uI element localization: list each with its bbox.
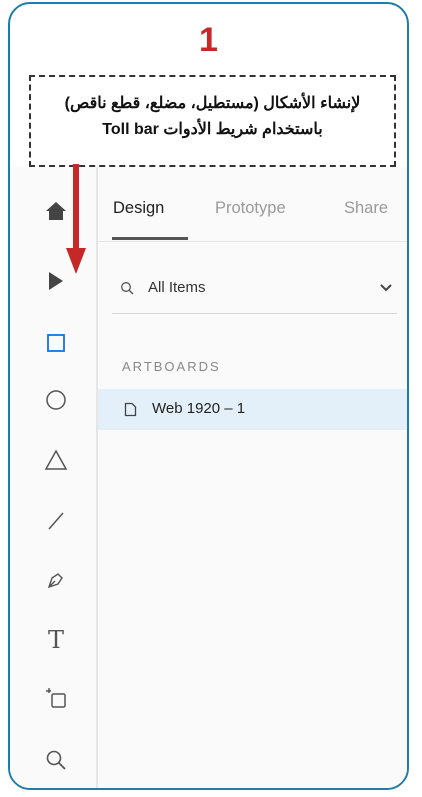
chevron-down-icon[interactable] xyxy=(379,283,393,293)
active-tab-indicator xyxy=(112,237,188,240)
note-line-1: لإنشاء الأشكال (مستطيل، مضلع، قطع ناقص) xyxy=(64,95,361,112)
artboard-name: Web 1920 – 1 xyxy=(152,400,246,417)
step-frame: 1 لإنشاء الأشكال (مستطيل، مضلع، قطع ناقص… xyxy=(8,2,409,790)
ellipse-icon[interactable] xyxy=(43,387,69,413)
pen-icon[interactable] xyxy=(43,567,69,593)
rectangle-icon[interactable] xyxy=(43,330,69,356)
line-icon[interactable] xyxy=(43,508,69,534)
search-filter-label: All Items xyxy=(148,279,206,296)
layers-panel: Design Prototype Share All Items ARTBOAR… xyxy=(98,167,407,788)
artboard-icon[interactable] xyxy=(43,685,69,711)
text-icon[interactable]: T xyxy=(43,627,69,653)
tab-design[interactable]: Design xyxy=(113,199,164,218)
note-line-2-arabic: باستخدام شريط الأدوات xyxy=(163,121,323,138)
note-line-2-english: Toll bar xyxy=(102,121,159,138)
tab-share[interactable]: Share xyxy=(344,199,388,218)
zoom-icon[interactable] xyxy=(43,747,69,773)
search-icon xyxy=(121,282,134,295)
instruction-note: لإنشاء الأشكال (مستطيل، مضلع، قطع ناقص) … xyxy=(29,75,396,167)
note-line-2: باستخدام شريط الأدوات Toll bar xyxy=(31,119,394,139)
tab-prototype[interactable]: Prototype xyxy=(215,199,286,218)
page-icon xyxy=(124,402,137,417)
panel-tabs: Design Prototype Share xyxy=(98,167,407,242)
triangle-icon[interactable] xyxy=(43,447,69,473)
artboards-section-title: ARTBOARDS xyxy=(122,359,221,374)
pointer-arrow-icon xyxy=(66,164,86,274)
artboard-list-item[interactable]: Web 1920 – 1 xyxy=(98,389,407,430)
step-number: 1 xyxy=(199,21,218,59)
search-filter[interactable]: All Items xyxy=(112,267,397,314)
